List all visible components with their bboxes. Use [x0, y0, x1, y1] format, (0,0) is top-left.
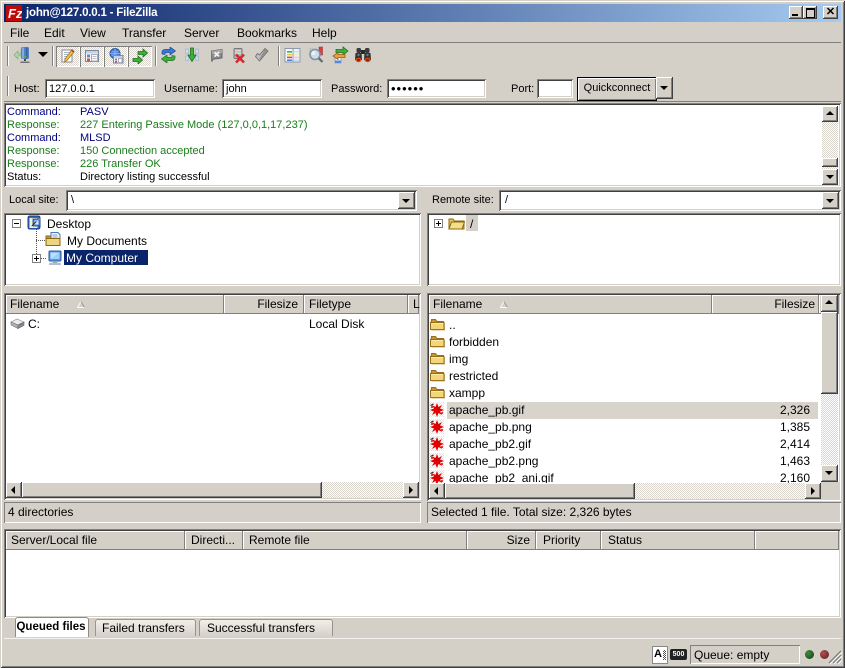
svg-text:Fz: Fz	[8, 6, 22, 21]
